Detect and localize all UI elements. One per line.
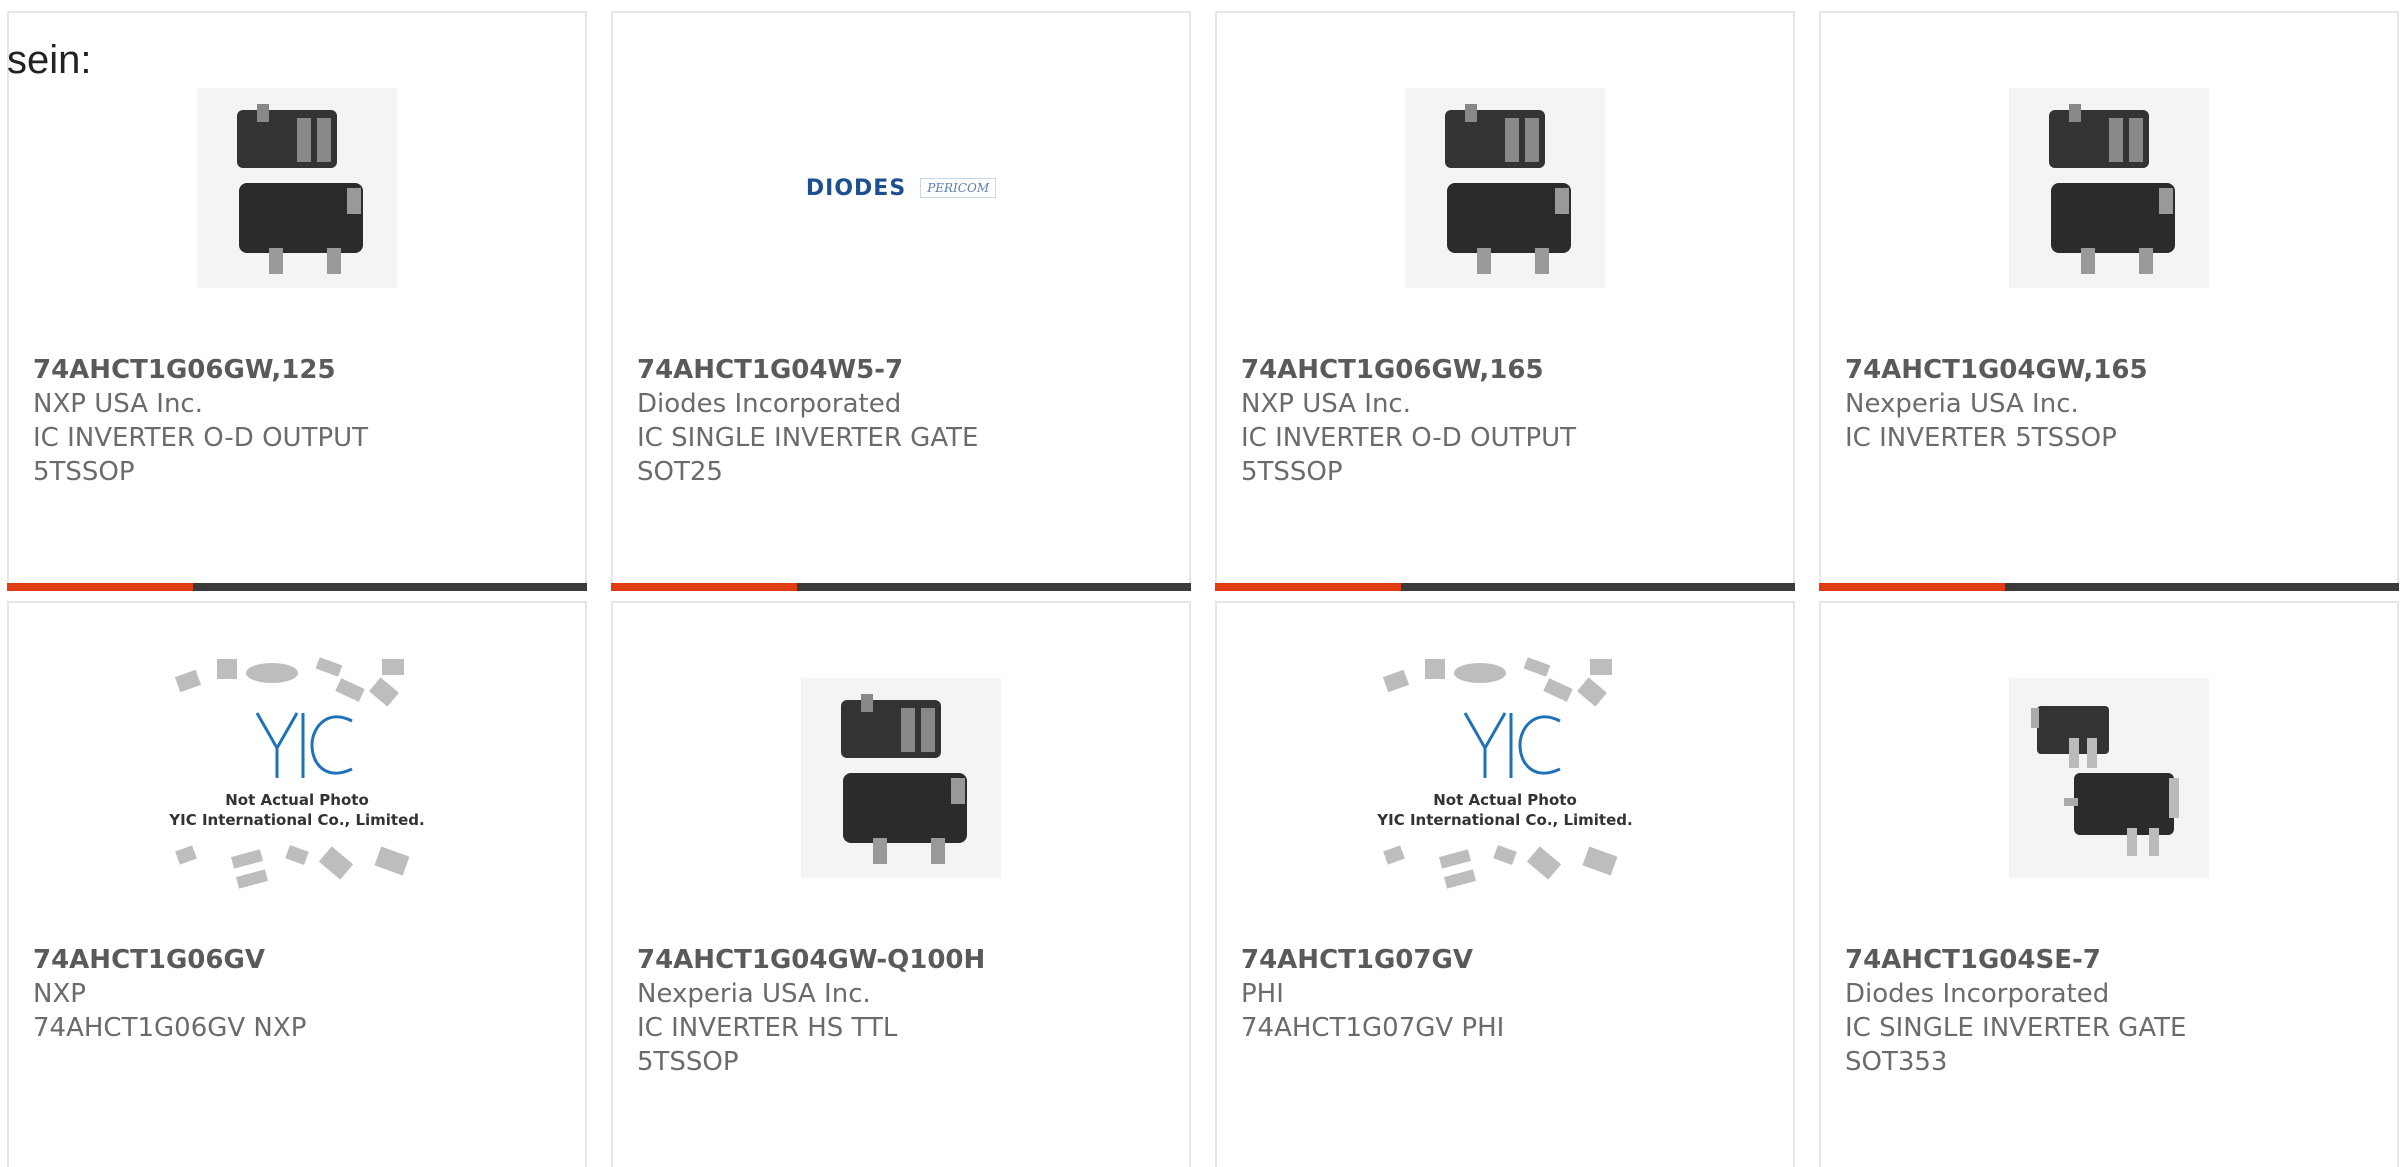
yic-international-caption: YIC International Co., Limited. [1376,811,1632,829]
part-number[interactable]: 74AHCT1G06GW,125 [33,353,561,387]
card-bottom-bar [7,583,587,591]
part-number[interactable]: 74AHCT1G04GW,165 [1845,353,2373,387]
description: IC SINGLE INVERTER GATE SOT25 [637,423,979,487]
pericom-logo-text: PERICOM [920,178,997,198]
card-bottom-bar [1819,583,2399,591]
yic-placeholder-icon: Not Actual Photo YIC International Co., … [168,657,425,889]
product-info: 74AHCT1G04GW-Q100H Nexperia USA Inc. IC … [637,943,1165,1079]
card-accent [1819,583,2005,591]
product-info: 74AHCT1G04GW,165 Nexperia USA Inc. IC IN… [1845,353,2373,455]
product-image[interactable]: DIODES PERICOM [613,83,1189,293]
card-accent [1215,583,1401,591]
card-bottom-bar [611,583,1191,591]
product-card[interactable]: 74AHCT1G04SE-7 Diodes Incorporated IC SI… [1819,601,2399,1167]
page: sein: 74AHCT1G06GW,125 NXP USA Inc. IC I… [0,0,2400,1167]
product-card[interactable]: 74AHCT1G04GW-Q100H Nexperia USA Inc. IC … [611,601,1191,1167]
product-card[interactable]: Not Actual Photo YIC International Co., … [1215,601,1795,1167]
card-accent [7,583,193,591]
part-number[interactable]: 74AHCT1G06GW,165 [1241,353,1769,387]
manufacturer: NXP [33,979,86,1009]
product-image[interactable] [9,83,585,293]
product-info: 74AHCT1G04SE-7 Diodes Incorporated IC SI… [1845,943,2373,1079]
product-info: 74AHCT1G06GW,125 NXP USA Inc. IC INVERTE… [33,353,561,489]
product-info: 74AHCT1G04W5-7 Diodes Incorporated IC SI… [637,353,1165,489]
description: IC INVERTER HS TTL 5TSSOP [637,1013,898,1077]
description: 74AHCT1G06GV NXP [33,1013,307,1043]
product-image[interactable] [1217,83,1793,293]
manufacturer: PHI [1241,979,1284,1009]
product-info: 74AHCT1G06GV NXP 74AHCT1G06GV NXP [33,943,561,1045]
product-info: 74AHCT1G06GW,165 NXP USA Inc. IC INVERTE… [1241,353,1769,489]
manufacturer: Nexperia USA Inc. [1845,389,2079,419]
description: IC INVERTER O-D OUTPUT 5TSSOP [33,423,369,487]
manufacturer: Diodes Incorporated [1845,979,2110,1009]
part-number[interactable]: 74AHCT1G04GW-Q100H [637,943,1165,977]
manufacturer: Nexperia USA Inc. [637,979,871,1009]
description: IC SINGLE INVERTER GATE SOT353 [1845,1013,2187,1077]
part-number[interactable]: 74AHCT1G04SE-7 [1845,943,2373,977]
product-card[interactable]: 74AHCT1G06GW,125 NXP USA Inc. IC INVERTE… [7,11,587,591]
intro-text: sein: [7,38,92,82]
card-accent [611,583,797,591]
part-number[interactable]: 74AHCT1G04W5-7 [637,353,1165,387]
chip-photo-icon [197,88,397,288]
product-card[interactable]: DIODES PERICOM 74AHCT1G04W5-7 Diodes Inc… [611,11,1191,591]
manufacturer: NXP USA Inc. [1241,389,1411,419]
chip-photo-icon [801,678,1001,878]
product-image[interactable]: Not Actual Photo YIC International Co., … [9,657,585,889]
product-grid: 74AHCT1G06GW,125 NXP USA Inc. IC INVERTE… [7,11,2400,1167]
diodes-logo-text: DIODES [805,175,907,201]
card-bottom-bar [1215,583,1795,591]
product-image[interactable] [613,673,1189,883]
manufacturer: NXP USA Inc. [33,389,203,419]
product-card[interactable]: 74AHCT1G04GW,165 Nexperia USA Inc. IC IN… [1819,11,2399,591]
chip-photo-icon [2009,88,2209,288]
product-image[interactable] [1821,83,2397,293]
not-actual-photo-caption: Not Actual Photo [1433,791,1577,809]
yic-placeholder-icon: Not Actual Photo YIC International Co., … [1376,657,1633,889]
product-card[interactable]: 74AHCT1G06GW,165 NXP USA Inc. IC INVERTE… [1215,11,1795,591]
yic-international-caption: YIC International Co., Limited. [168,811,424,829]
product-image[interactable] [1821,673,2397,883]
description: IC INVERTER 5TSSOP [1845,423,2117,453]
chip-photo-icon [1405,88,1605,288]
product-info: 74AHCT1G07GV PHI 74AHCT1G07GV PHI [1241,943,1769,1045]
diodes-pericom-logo: DIODES PERICOM [805,175,997,201]
part-number[interactable]: 74AHCT1G07GV [1241,943,1769,977]
description: 74AHCT1G07GV PHI [1241,1013,1505,1043]
manufacturer: Diodes Incorporated [637,389,902,419]
chip-photo-icon [2009,678,2209,878]
description: IC INVERTER O-D OUTPUT 5TSSOP [1241,423,1577,487]
product-card[interactable]: Not Actual Photo YIC International Co., … [7,601,587,1167]
product-image[interactable]: Not Actual Photo YIC International Co., … [1217,657,1793,889]
not-actual-photo-caption: Not Actual Photo [225,791,369,809]
part-number[interactable]: 74AHCT1G06GV [33,943,561,977]
